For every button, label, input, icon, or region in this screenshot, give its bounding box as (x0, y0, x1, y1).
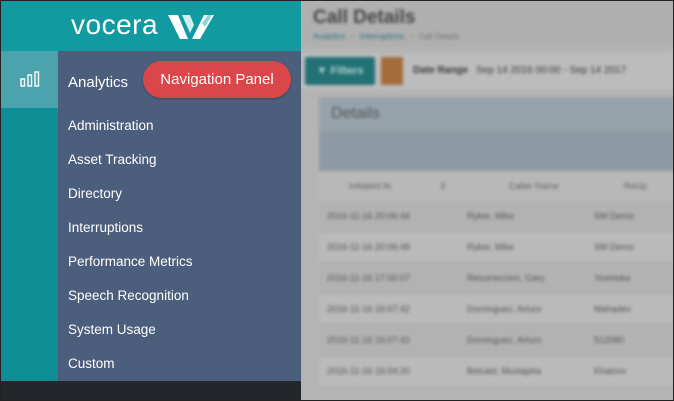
nav-item-asset-tracking[interactable]: Asset Tracking (58, 142, 301, 176)
footer-strip (1, 381, 301, 400)
bar-chart-icon (20, 71, 40, 87)
nav-item-directory[interactable]: Directory (58, 176, 301, 210)
nav-item-performance-metrics[interactable]: Performance Metrics (58, 244, 301, 278)
nav-menu: Administration Asset Tracking Directory … (58, 108, 301, 380)
dim-overlay (301, 1, 673, 400)
app-frame: Call Details Analytics › Interruptions › Cal… (0, 0, 674, 401)
vocera-logo-text: vocera (71, 9, 159, 40)
logo-bar: vocera (1, 1, 301, 51)
nav-item-custom[interactable]: Custom (58, 346, 301, 380)
vocera-v-logo-icon (168, 15, 214, 39)
nav-item-interruptions[interactable]: Interruptions (58, 210, 301, 244)
nav-item-system-usage[interactable]: System Usage (58, 312, 301, 346)
nav-item-administration[interactable]: Administration (58, 108, 301, 142)
navigation-panel-callout: Navigation Panel (143, 61, 291, 98)
nav-item-speech-recognition[interactable]: Speech Recognition (58, 278, 301, 312)
nav-header-analytics: Analytics (68, 74, 129, 91)
